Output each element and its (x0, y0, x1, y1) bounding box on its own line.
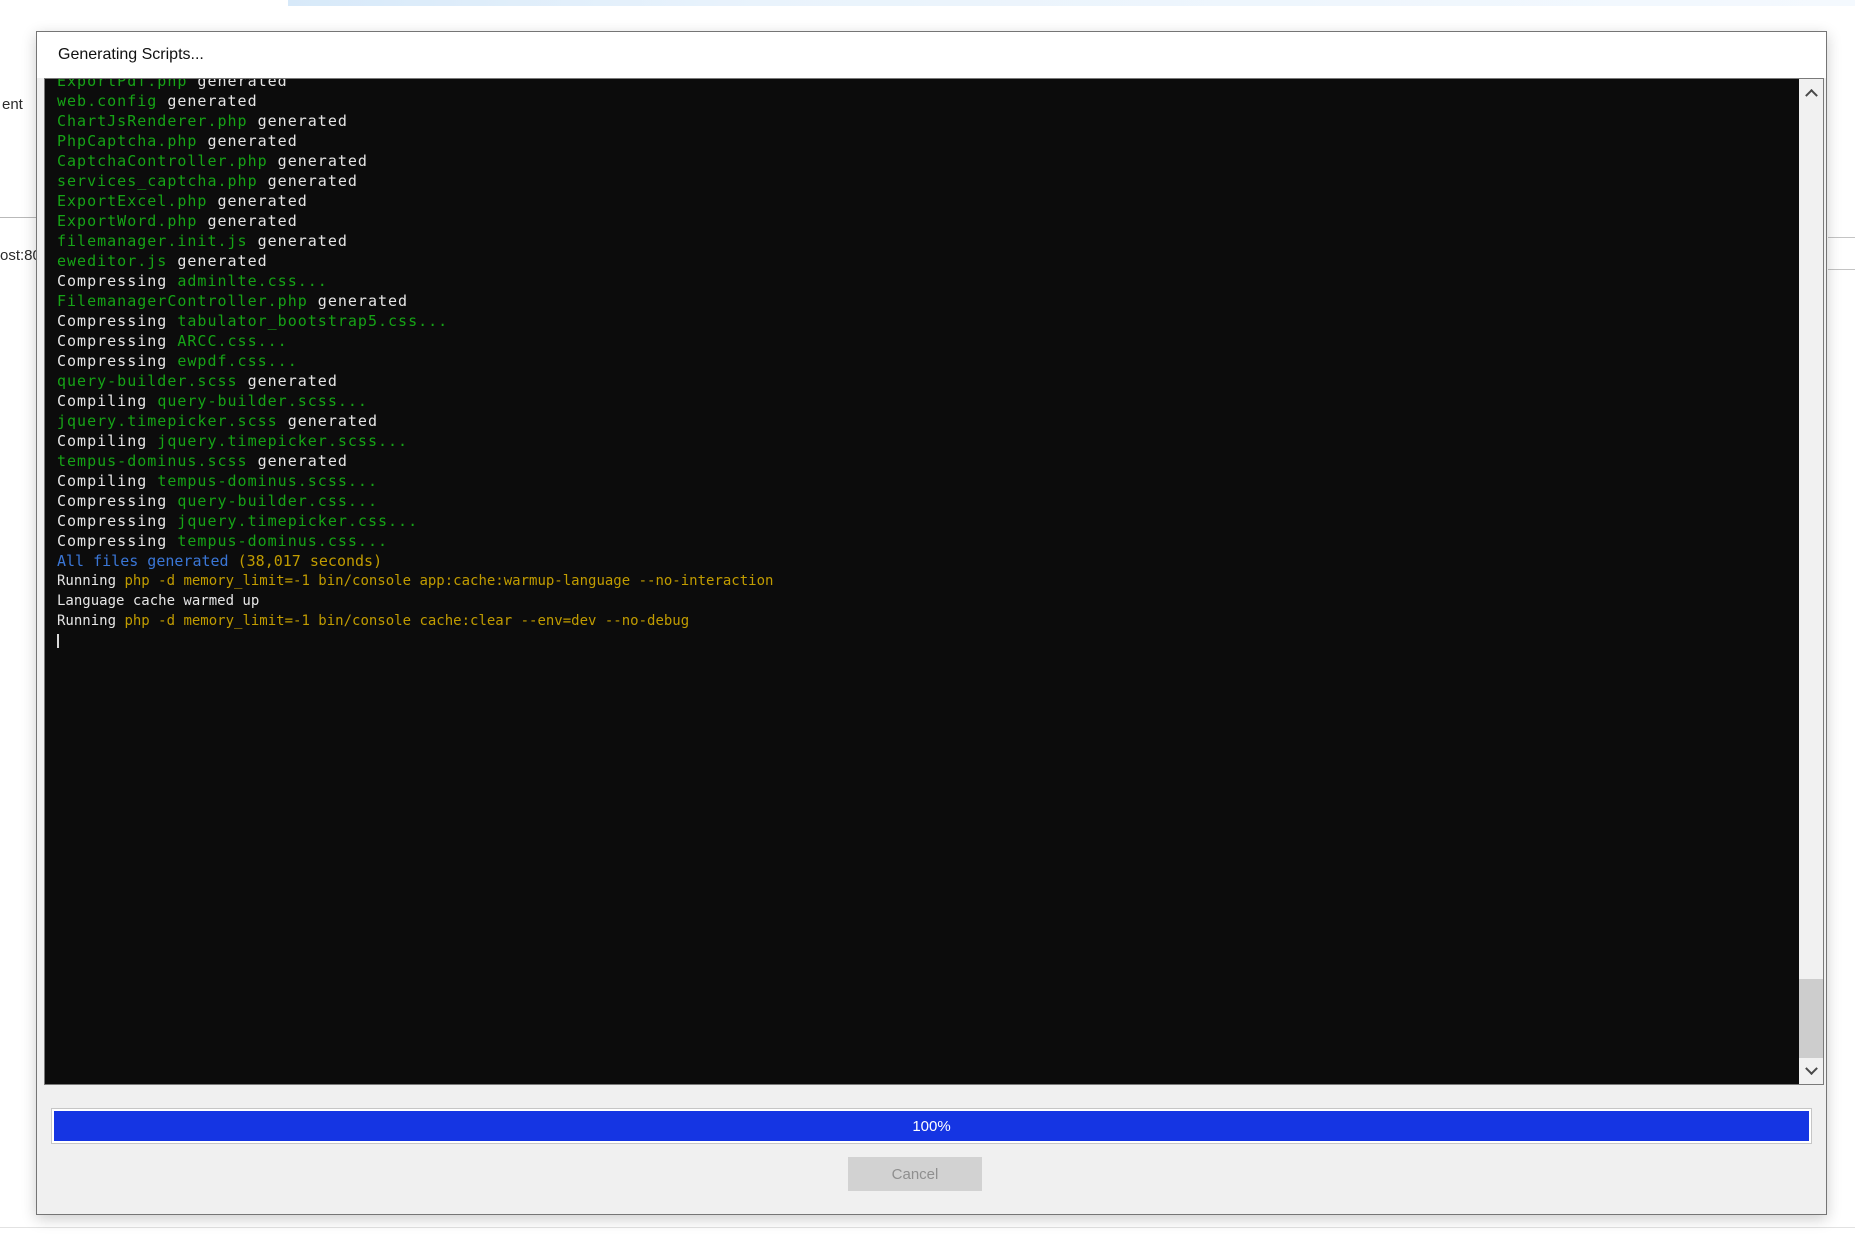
scrollbar-thumb[interactable] (1799, 979, 1823, 1058)
console-line (57, 631, 1799, 651)
console-scrollbar[interactable] (1799, 79, 1823, 1084)
console-output[interactable]: ExportPdf.php generatedweb.config genera… (44, 78, 1824, 1085)
background-divider (1828, 269, 1855, 270)
console-line: Compiling jquery.timepicker.scss... (57, 431, 1799, 451)
console-line: Compiling query-builder.scss... (57, 391, 1799, 411)
console-line: CaptchaController.php generated (57, 151, 1799, 171)
progress-bar: 100% (51, 1108, 1812, 1144)
console-line: Compressing ewpdf.css... (57, 351, 1799, 371)
console-line: All files generated (38,017 seconds) (57, 551, 1799, 571)
console-line: tempus-dominus.scss generated (57, 451, 1799, 471)
console-line: web.config generated (57, 91, 1799, 111)
background-address-fragment: ost:80 (0, 247, 41, 264)
console-line: ExportExcel.php generated (57, 191, 1799, 211)
chevron-up-icon (1805, 88, 1818, 101)
progress-label: 100% (52, 1109, 1811, 1143)
background-divider (1828, 237, 1855, 238)
background-divider (0, 217, 37, 218)
scrollbar-up-button[interactable] (1799, 79, 1823, 105)
scrollbar-down-button[interactable] (1799, 1058, 1823, 1084)
console-line: Compressing query-builder.css... (57, 491, 1799, 511)
chevron-down-icon (1805, 1062, 1818, 1075)
desktop: { "colors": { "green": "#16a416", "white… (0, 0, 1855, 1234)
background-divider (0, 1227, 1855, 1228)
console-log: ExportPdf.php generatedweb.config genera… (45, 78, 1799, 1084)
console-line: ExportWord.php generated (57, 211, 1799, 231)
console-line: Running php -d memory_limit=-1 bin/conso… (57, 571, 1799, 591)
console-line: FilemanagerController.php generated (57, 291, 1799, 311)
console-line: Language cache warmed up (57, 591, 1799, 611)
console-line: ChartJsRenderer.php generated (57, 111, 1799, 131)
background-highlight-strip (288, 0, 1855, 6)
console-line: query-builder.scss generated (57, 371, 1799, 391)
console-line: Compressing jquery.timepicker.css... (57, 511, 1799, 531)
console-line: ExportPdf.php generated (57, 78, 1799, 91)
cancel-button[interactable]: Cancel (848, 1157, 982, 1191)
console-line: Running php -d memory_limit=-1 bin/conso… (57, 611, 1799, 631)
generating-scripts-dialog: Generating Scripts... ExportPdf.php gene… (36, 31, 1827, 1215)
console-cursor (57, 634, 59, 648)
console-line: Compressing tempus-dominus.css... (57, 531, 1799, 551)
console-line: filemanager.init.js generated (57, 231, 1799, 251)
console-line: Compressing adminlte.css... (57, 271, 1799, 291)
console-line: jquery.timepicker.scss generated (57, 411, 1799, 431)
console-line: Compressing tabulator_bootstrap5.css... (57, 311, 1799, 331)
console-line: Compiling tempus-dominus.scss... (57, 471, 1799, 491)
scrollbar-track[interactable] (1799, 105, 1823, 1058)
dialog-header: Generating Scripts... (37, 32, 1826, 78)
console-line: services_captcha.php generated (57, 171, 1799, 191)
background-text-fragment: ent (2, 96, 23, 113)
console-line: eweditor.js generated (57, 251, 1799, 271)
dialog-title: Generating Scripts... (58, 46, 204, 64)
console-line: Compressing ARCC.css... (57, 331, 1799, 351)
console-line: PhpCaptcha.php generated (57, 131, 1799, 151)
